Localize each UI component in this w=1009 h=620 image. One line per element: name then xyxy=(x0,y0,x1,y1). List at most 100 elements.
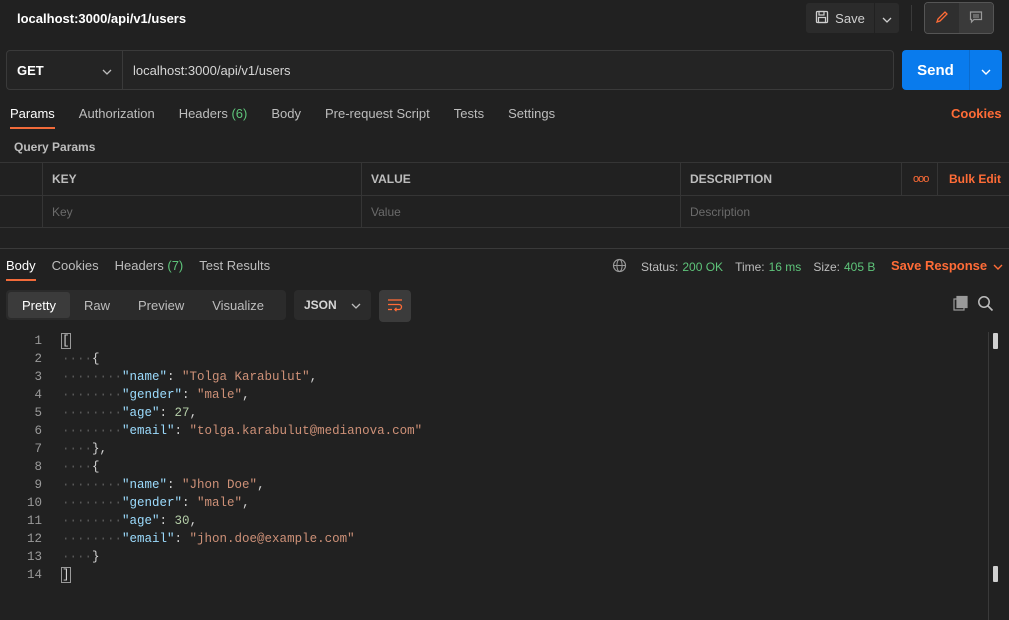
tab-body[interactable]: Body xyxy=(271,106,301,128)
pencil-icon xyxy=(935,10,949,27)
indent-guide: ········ xyxy=(62,496,123,510)
code-token: : xyxy=(159,514,175,528)
bulk-edit-button[interactable]: Bulk Edit xyxy=(937,163,1009,195)
tab-response-cookies[interactable]: Cookies xyxy=(52,258,99,280)
editor-scrollbar-track xyxy=(988,332,989,620)
cookies-link[interactable]: Cookies xyxy=(951,106,1002,121)
code-token: "email" xyxy=(122,424,175,438)
code-line: 8 ····{ xyxy=(0,458,990,476)
query-params-title: Query Params xyxy=(14,140,96,154)
code-line: 4 ········"gender": "male", xyxy=(0,386,990,404)
status-value[interactable]: 200 OK xyxy=(682,260,723,274)
code-content: ········"email": "tolga.karabulut@median… xyxy=(42,424,422,438)
indent-guide: ········ xyxy=(62,370,123,384)
view-raw[interactable]: Raw xyxy=(70,292,124,318)
code-token: : xyxy=(167,370,183,384)
format-label: JSON xyxy=(304,298,337,312)
request-title[interactable]: localhost:3000/api/v1/users xyxy=(17,11,186,26)
time-value[interactable]: 16 ms xyxy=(769,260,802,274)
comment-icon xyxy=(969,10,983,27)
line-number: 1 xyxy=(34,334,42,348)
size-value[interactable]: 405 B xyxy=(844,260,875,274)
tab-headers[interactable]: Headers (6) xyxy=(179,106,248,128)
indent-guide: ········ xyxy=(62,532,123,546)
view-mode-selector: Pretty Raw Preview Visualize xyxy=(6,290,286,320)
indent-guide: ········ xyxy=(62,388,123,402)
code-token: { xyxy=(92,352,100,366)
scrollbar-marker-top[interactable] xyxy=(993,333,998,349)
save-options-button[interactable] xyxy=(875,3,899,33)
code-content: ····} xyxy=(42,550,100,564)
code-content: ····}, xyxy=(42,442,107,456)
status-label: Status: xyxy=(641,260,679,274)
code-token: , xyxy=(242,496,250,510)
tab-params[interactable]: Params xyxy=(10,106,55,129)
code-token: "jhon.doe@example.com" xyxy=(189,532,355,546)
line-number: 6 xyxy=(34,424,42,438)
code-token: : xyxy=(182,388,198,402)
code-token: , xyxy=(242,388,250,402)
tab-test-results[interactable]: Test Results xyxy=(199,258,270,280)
line-number: 7 xyxy=(34,442,42,456)
code-token: : xyxy=(182,496,198,510)
wrap-lines-icon xyxy=(387,298,403,315)
comments-button[interactable] xyxy=(959,3,993,33)
line-number: 14 xyxy=(26,568,42,582)
tab-response-headers[interactable]: Headers (7) xyxy=(115,258,184,280)
view-preview[interactable]: Preview xyxy=(124,292,198,318)
search-icon[interactable] xyxy=(977,295,994,315)
tab-authorization[interactable]: Authorization xyxy=(79,106,155,128)
chevron-down-icon xyxy=(993,258,1003,273)
pane-divider[interactable] xyxy=(0,229,1009,249)
tab-response-body[interactable]: Body xyxy=(6,258,36,281)
response-meta: Status: 200 OK Time: 16 ms Size: 405 B xyxy=(612,258,875,276)
save-response-button[interactable]: Save Response xyxy=(891,258,1003,273)
code-token: ] xyxy=(61,567,71,583)
code-token: : xyxy=(174,424,190,438)
code-line: 10 ········"gender": "male", xyxy=(0,494,990,512)
code-content: ········"name": "Jhon Doe", xyxy=(42,478,265,492)
code-token: 27 xyxy=(174,406,190,420)
save-button[interactable]: Save xyxy=(806,3,874,33)
tab-settings[interactable]: Settings xyxy=(508,106,555,128)
request-tabs: Params Authorization Headers (6) Body Pr… xyxy=(10,106,579,129)
value-input[interactable]: Value xyxy=(361,196,681,228)
code-content: ········"gender": "male", xyxy=(42,388,250,402)
globe-icon[interactable] xyxy=(612,258,627,276)
tab-label: Params xyxy=(10,106,55,121)
scrollbar-marker-bottom[interactable] xyxy=(993,566,998,582)
send-options-button[interactable] xyxy=(970,50,1002,90)
more-options-button[interactable]: ooo xyxy=(901,163,938,195)
chevron-down-icon xyxy=(981,62,991,79)
response-body-editor[interactable]: 1[2 ····{3 ········"name": "Tolga Karabulu… xyxy=(0,332,990,584)
description-input[interactable]: Description xyxy=(680,196,1009,228)
url-input[interactable] xyxy=(123,51,893,89)
code-line: 12 ········"email": "jhon.doe@example.com… xyxy=(0,530,990,548)
tab-label: Headers xyxy=(178,106,228,121)
response-tabs: Body Cookies Headers (7) Test Results xyxy=(6,258,286,281)
code-line: 7 ····}, xyxy=(0,440,990,458)
view-pretty[interactable]: Pretty xyxy=(8,292,70,318)
chevron-down-icon xyxy=(102,63,112,78)
header-divider xyxy=(911,5,912,31)
wrap-lines-button[interactable] xyxy=(379,290,411,322)
method-label: GET xyxy=(17,62,44,78)
code-content: ········"age": 30, xyxy=(42,514,197,528)
view-visualize[interactable]: Visualize xyxy=(198,292,278,318)
save-label: Save xyxy=(835,10,865,26)
method-select[interactable]: GET xyxy=(7,51,123,89)
tab-pre-request-script[interactable]: Pre-request Script xyxy=(325,106,430,128)
indent-guide: ···· xyxy=(62,442,93,456)
code-content: ········"name": "Tolga Karabulut", xyxy=(42,370,317,384)
edit-mode-button[interactable] xyxy=(925,3,959,33)
table-header-row: KEY VALUE DESCRIPTION ooo Bulk Edit xyxy=(0,163,1009,196)
code-content: [ xyxy=(42,333,71,349)
send-button-group: Send xyxy=(902,50,1002,90)
copy-icon[interactable] xyxy=(952,295,969,315)
code-token: : xyxy=(159,406,175,420)
send-button[interactable]: Send xyxy=(902,50,970,90)
tab-tests[interactable]: Tests xyxy=(454,106,484,128)
format-select[interactable]: JSON xyxy=(294,290,371,320)
key-input[interactable]: Key xyxy=(42,196,362,228)
tab-label: Authorization xyxy=(78,106,155,121)
